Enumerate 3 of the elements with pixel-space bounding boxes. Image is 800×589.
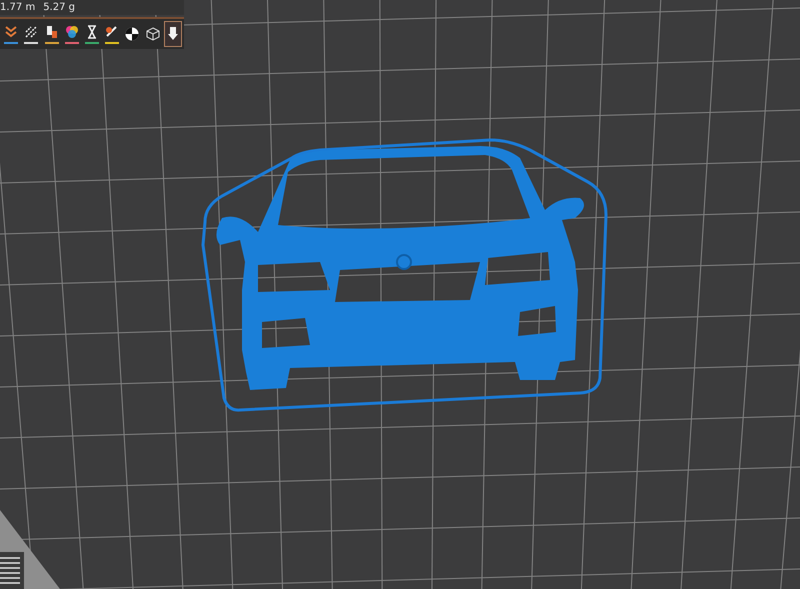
print-stat: 5.27 g (43, 1, 75, 15)
layers-icon[interactable] (0, 552, 24, 589)
print-stat: 1.77 m (0, 1, 36, 15)
